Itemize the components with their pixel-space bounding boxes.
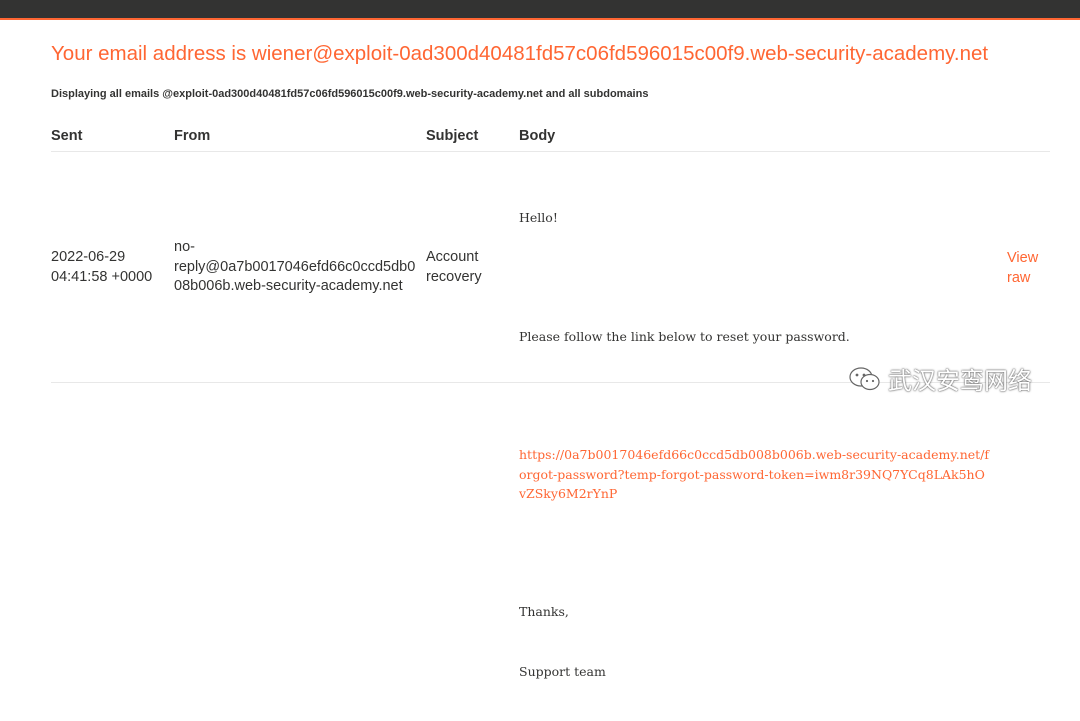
subject-line-2: recovery <box>426 268 482 285</box>
page-title: Your email address is wiener@exploit-0ad… <box>51 42 989 65</box>
body-signature: Support team <box>519 663 606 679</box>
wechat-icon <box>848 365 882 393</box>
body-thanks: Thanks, <box>519 604 569 620</box>
body-cell: Hello! ​ Please follow the link below to… <box>519 169 991 721</box>
emails-scope-note: Displaying all emails @exploit-0ad300d40… <box>51 88 649 100</box>
header-divider <box>51 151 1050 152</box>
watermark-text: 武汉安鸾网络 <box>888 368 1032 395</box>
view-raw-link[interactable]: View raw <box>1007 249 1047 288</box>
top-bar <box>0 0 1080 18</box>
sent-date: 2022-06-29 <box>51 249 126 265</box>
subject-cell: Account recovery <box>426 248 511 287</box>
from-line-3: 08b006b.web-security-academy.net <box>174 278 403 294</box>
body-greeting: Hello! <box>519 210 558 226</box>
from-line-2: reply@0a7b0017046efd66c0ccd5db0 <box>174 258 416 275</box>
column-header-subject: Subject <box>426 128 479 144</box>
body-instruction: Please follow the link below to reset yo… <box>519 328 850 344</box>
column-header-body: Body <box>519 128 556 144</box>
sent-cell: 2022-06-29 04:41:58 +0000 <box>51 248 166 287</box>
view-raw-label-1: View <box>1007 250 1039 266</box>
column-header-sent: Sent <box>51 128 83 144</box>
from-line-1: no- <box>174 239 195 255</box>
watermark: 武汉安鸾网络 <box>848 361 1032 396</box>
from-cell: no- reply@0a7b0017046efd66c0ccd5db0 08b0… <box>174 238 419 297</box>
top-bar-accent <box>0 18 1080 20</box>
subject-line-1: Account <box>426 249 479 265</box>
sent-time: 04:41:58 +0000 <box>51 268 153 285</box>
column-header-from: From <box>174 128 211 144</box>
view-raw-label-2: raw <box>1007 269 1031 286</box>
password-reset-link[interactable]: https://0a7b0017046efd66c0ccd5db008b006b… <box>519 445 991 504</box>
